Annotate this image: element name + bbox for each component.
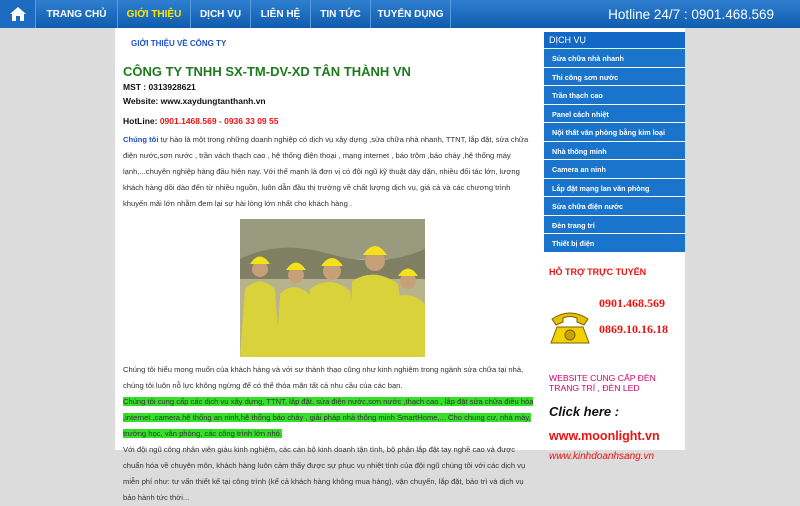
ad-line-1: WEBSITE CUNG CẤP ĐÈN — [549, 372, 656, 383]
paragraph-2: Chúng tôi hiểu mong muốn của khách hàng … — [123, 365, 524, 390]
intro-paragraph: Chúng tôi tự hào là một trong những doan… — [123, 132, 534, 212]
company-website: Website: www.xaydungtanthanh.vn — [123, 96, 266, 106]
tax-code: MST : 0313928621 — [123, 82, 196, 92]
support-phone-2[interactable]: 0869.10.16.18 — [599, 322, 668, 337]
hotline-label: HotLine: — [123, 116, 160, 126]
sidebar-item-sua-chua-nha-nhanh[interactable]: Sửa chữa nhà nhanh — [544, 48, 685, 67]
sidebar-item-den-trang-tri[interactable]: Đèn trang trí — [544, 214, 685, 233]
nav-dich-vu[interactable]: DỊCH VỤ — [191, 0, 251, 28]
top-hotline: Hotline 24/7 : 0901.468.569 — [608, 6, 774, 22]
paragraph-3: Với đội ngũ công nhân viên giàu kinh ngh… — [123, 445, 526, 502]
telephone-icon — [550, 312, 590, 343]
nav-tuyen-dung[interactable]: TUYỂN DỤNG — [371, 0, 451, 28]
breadcrumb[interactable]: GIỚI THIỆU VỀ CÔNG TY — [131, 39, 534, 48]
sidebar-item-camera-an-ninh[interactable]: Camera an ninh — [544, 159, 685, 178]
home-icon — [9, 7, 26, 21]
sidebar: DỊCH VỤ Sửa chữa nhà nhanh Thi công sơn … — [544, 28, 685, 462]
company-title: CÔNG TY TNHH SX-TM-DV-XD TÂN THÀNH VN — [123, 64, 411, 79]
sidebar-item-tran-thach-cao[interactable]: Trần thạch cao — [544, 85, 685, 104]
workers-photo — [240, 219, 425, 357]
sidebar-item-noi-that-van-phong[interactable]: Nội thất văn phòng bằng kim loại — [544, 122, 685, 141]
sidebar-item-mang-lan[interactable]: Lắp đặt mạng lan văn phòng — [544, 177, 685, 196]
nav-lien-he[interactable]: LIÊN HỆ — [251, 0, 311, 28]
support-box: 0901.468.569 0869.10.16.18 — [544, 281, 685, 366]
sidebar-item-sua-chua-dien-nuoc[interactable]: Sửa chữa điện nước — [544, 196, 685, 215]
intro-text: tự hào là một trong những doanh nghiệp c… — [123, 135, 529, 208]
support-phone-1[interactable]: 0901.468.569 — [599, 296, 665, 311]
intro-lead: Chúng tôi — [123, 135, 159, 144]
moonlight-link[interactable]: www.moonlight.vn — [549, 429, 685, 443]
nav-tin-tuc[interactable]: TIN TỨC — [311, 0, 371, 28]
highlight-paragraph: Chúng tôi cung cấp các dịch vụ xây dựng,… — [123, 394, 534, 442]
nav-gioi-thieu[interactable]: GIỚI THIỆU — [118, 0, 191, 28]
sidebar-item-thiet-bi-dien[interactable]: Thiết bị điện — [544, 233, 685, 252]
highlight-text: Chúng tôi cung cấp các dịch vụ xây dựng,… — [123, 397, 534, 438]
sidebar-title: DỊCH VỤ — [544, 32, 685, 48]
click-here-label: Click here : — [549, 403, 620, 419]
hotline-numbers: 0901.1468.569 - 0936 33 09 55 — [159, 116, 279, 126]
home-button[interactable] — [0, 0, 36, 28]
page-content: GIỚI THIỆU VỀ CÔNG TY CÔNG TY TNHH SX-TM… — [115, 28, 685, 502]
kinhdoanhsang-link[interactable]: www.kinhdoanhsang.vn — [549, 451, 685, 462]
sidebar-item-nha-thong-minh[interactable]: Nhà thông minh — [544, 140, 685, 159]
sidebar-item-panel-cach-nhiet[interactable]: Panel cách nhiệt — [544, 103, 685, 122]
ad-line-2: TRANG TRÍ , ĐÈN LED — [549, 382, 640, 393]
main-article: GIỚI THIỆU VỀ CÔNG TY CÔNG TY TNHH SX-TM… — [115, 28, 540, 502]
hotline-line: HotLine: 0901.1468.569 - 0936 33 09 55 — [123, 116, 534, 126]
top-nav-bar: TRANG CHỦ GIỚI THIỆU DỊCH VỤ LIÊN HỆ TIN… — [0, 0, 800, 28]
support-title: HỖ TRỢ TRỰC TUYẾN — [549, 266, 647, 277]
nav-trang-chu[interactable]: TRANG CHỦ — [36, 0, 118, 28]
sidebar-item-thi-cong-son-nuoc[interactable]: Thi công sơn nước — [544, 66, 685, 85]
led-website-ad[interactable]: WEBSITE CUNG CẤP ĐÈN TRANG TRÍ , ĐÈN LED — [549, 373, 685, 393]
